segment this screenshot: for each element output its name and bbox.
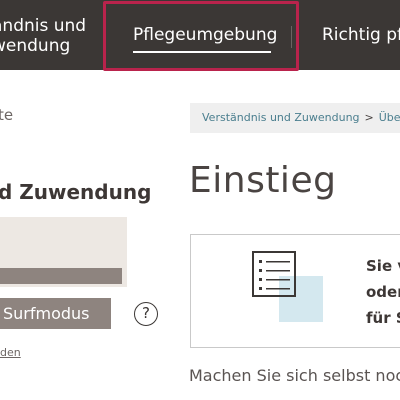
sidebar-section-title: d Zuwendung bbox=[0, 180, 152, 204]
page-title: Einstieg bbox=[189, 160, 337, 201]
active-underline bbox=[133, 51, 271, 53]
surfmodus-button[interactable]: Surfmodus bbox=[0, 298, 111, 329]
nav-item-label: Pflegeumgebung bbox=[133, 25, 278, 45]
help-icon[interactable]: ? bbox=[134, 302, 158, 326]
nav-item-richtig-pflegen[interactable]: Richtig pf bbox=[322, 25, 400, 45]
chevron-right-icon: > bbox=[364, 111, 374, 124]
nav-item-verstaendnis[interactable]: ändnis und wendung bbox=[0, 16, 86, 56]
intro-card-text: Sie v oder für S bbox=[366, 253, 400, 331]
breadcrumb: Verständnis und Zuwendung > Übe bbox=[190, 103, 400, 133]
breadcrumb-item-uebersicht[interactable]: Übe bbox=[379, 111, 400, 124]
sidebar: te d Zuwendung Surfmodus ? den bbox=[0, 70, 175, 400]
intro-card[interactable]: Sie v oder für S bbox=[190, 234, 400, 348]
nav-item-label-line1: ändnis und bbox=[0, 16, 87, 36]
intro-card-line: Sie v bbox=[366, 257, 400, 275]
breadcrumb-item-verstaendnis[interactable]: Verständnis und Zuwendung bbox=[202, 111, 360, 124]
intro-card-line: oder bbox=[366, 283, 400, 301]
sidebar-label: te bbox=[0, 106, 14, 124]
main-navigation: ändnis und wendung Pflegeumgebung Richti… bbox=[0, 0, 400, 70]
intro-card-line: für S bbox=[366, 309, 400, 327]
nav-item-label-line2: wendung bbox=[0, 36, 71, 56]
sidebar-link[interactable]: den bbox=[0, 346, 21, 359]
list-document-icon bbox=[252, 251, 323, 322]
nav-divider bbox=[291, 26, 292, 48]
nav-item-pflegeumgebung[interactable]: Pflegeumgebung bbox=[133, 25, 277, 53]
intro-paragraph: Machen Sie sich selbst noc bbox=[189, 366, 400, 385]
sidebar-progress-bar bbox=[0, 268, 122, 284]
nav-item-label: Richtig pf bbox=[322, 25, 400, 45]
